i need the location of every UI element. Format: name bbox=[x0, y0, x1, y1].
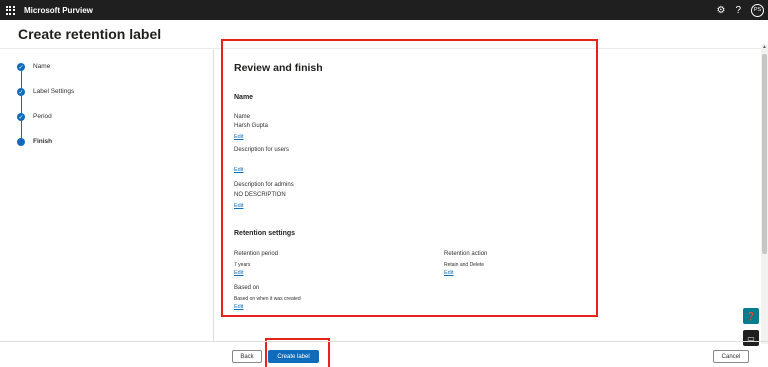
app-name[interactable]: Microsoft Purview bbox=[24, 6, 93, 15]
back-button[interactable]: Back bbox=[232, 350, 262, 363]
current-step-icon bbox=[17, 138, 25, 146]
app-launcher-icon[interactable] bbox=[0, 0, 20, 20]
step-label: Period bbox=[33, 113, 52, 120]
footer-divider bbox=[0, 341, 768, 342]
feedback-icon[interactable]: ▭ bbox=[743, 330, 759, 346]
wizard-steps: ✓ Name ✓ Label Settings ✓ Period Finish bbox=[17, 60, 74, 160]
step-period[interactable]: ✓ Period bbox=[17, 110, 74, 138]
cancel-button[interactable]: Cancel bbox=[713, 350, 749, 363]
step-label-settings[interactable]: ✓ Label Settings bbox=[17, 85, 75, 113]
highlight-review-box bbox=[221, 39, 598, 317]
step-name[interactable]: ✓ Name bbox=[17, 60, 74, 88]
scroll-up-icon[interactable]: ▲ bbox=[761, 44, 768, 52]
create-label-button[interactable]: Create label bbox=[268, 350, 319, 363]
avatar[interactable]: PS bbox=[751, 3, 764, 17]
step-finish[interactable]: Finish bbox=[17, 135, 74, 160]
top-app-bar: Microsoft Purview ⚙ ? PS bbox=[0, 0, 768, 20]
page-title: Create retention label bbox=[18, 26, 162, 42]
question-icon[interactable]: ? bbox=[735, 5, 741, 16]
check-icon: ✓ bbox=[17, 63, 25, 71]
panel-divider bbox=[213, 49, 214, 341]
check-icon: ✓ bbox=[17, 113, 25, 121]
chat-help-icon[interactable]: ❓ bbox=[743, 308, 759, 324]
scrollbar[interactable]: ▲ bbox=[761, 44, 768, 344]
gear-icon[interactable]: ⚙ bbox=[716, 5, 725, 16]
step-label: Label Settings bbox=[33, 88, 75, 95]
step-label: Finish bbox=[33, 138, 53, 145]
check-icon: ✓ bbox=[17, 88, 25, 96]
step-label: Name bbox=[33, 63, 51, 70]
scroll-thumb[interactable] bbox=[762, 54, 767, 254]
